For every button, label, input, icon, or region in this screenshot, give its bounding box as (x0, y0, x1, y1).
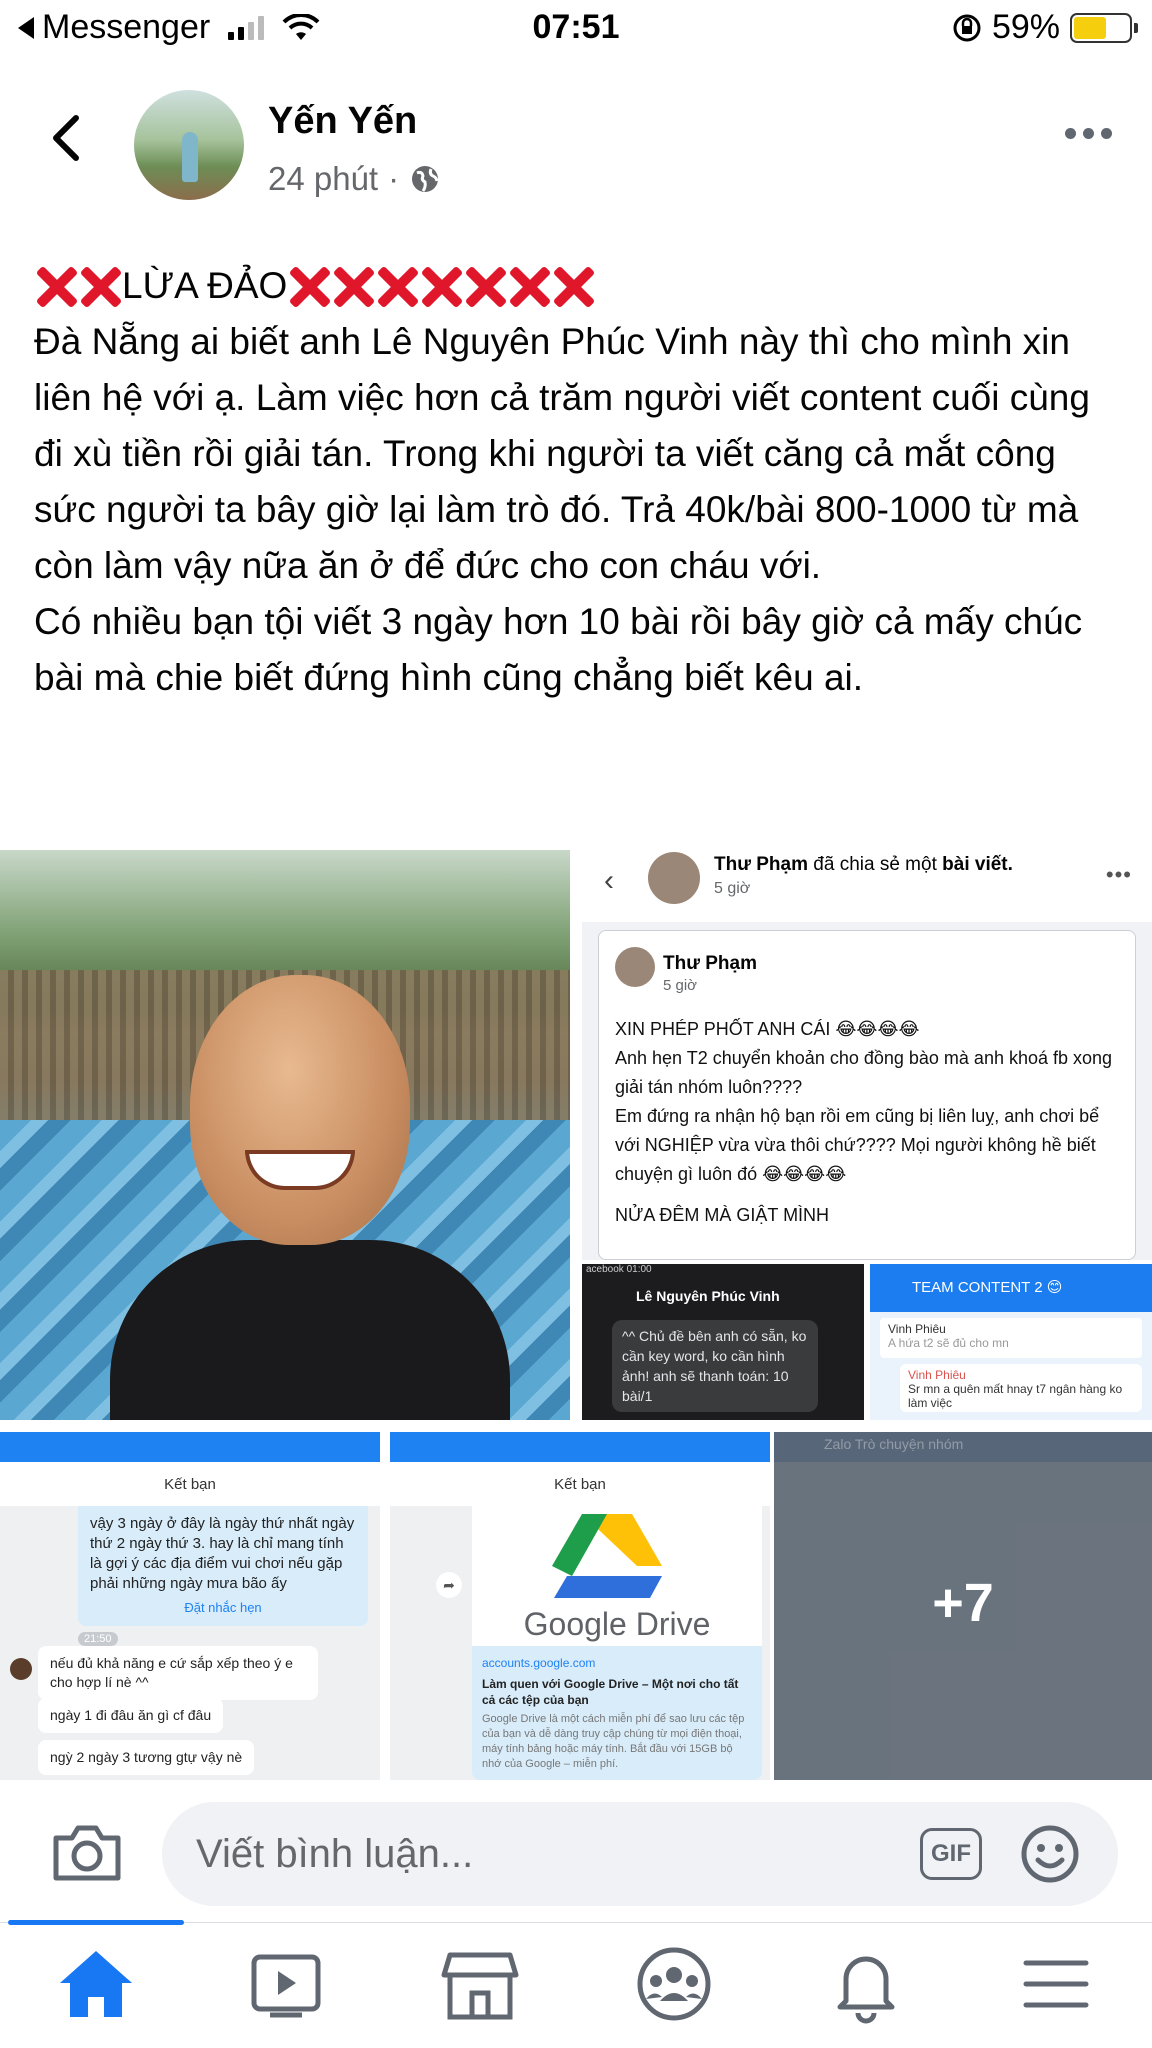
chevron-left-icon: ‹ (604, 864, 614, 897)
zalo-header (0, 1432, 380, 1462)
shared-card: Thư Phạm 5 giờ XIN PHÉP PHỐT ANH CÁI 😂😂😂… (598, 930, 1136, 1260)
preview-description: Google Drive là một cách miễn phí để sao… (482, 1713, 745, 1770)
set-reminder-link: Đặt nhắc hẹn (184, 1600, 262, 1615)
home-icon (60, 1951, 132, 2017)
author-name[interactable]: Yến Yến (268, 100, 417, 143)
photo-shirt (110, 1240, 510, 1420)
share-time: 5 giờ (714, 880, 751, 897)
photo-zalo-chat-1[interactable]: Kết bạn vậy 3 ngày ở đây là ngày thứ nhấ… (0, 1432, 380, 1780)
chat-message: ngỳ 2 ngày 3 tương gtự vậy nè (38, 1740, 255, 1775)
cross-mark-icon (375, 262, 419, 310)
more-dots-icon: ••• (1105, 862, 1132, 887)
notifications-icon (837, 1956, 895, 2024)
tab-marketplace[interactable] (434, 1941, 526, 2027)
chat-contact-name: Lê Nguyên Phúc Vinh (636, 1288, 780, 1304)
cross-mark-icon (34, 262, 78, 310)
emoji-icon[interactable] (1020, 1824, 1080, 1884)
tab-groups[interactable] (628, 1941, 720, 2027)
dot-icon (1101, 128, 1112, 139)
comment-bar: Viết bình luận... GIF (0, 1782, 1152, 1922)
menu-icon (1023, 1960, 1089, 2008)
mini-status-bar: acebook 01:00 (586, 1264, 652, 1275)
post-time[interactable]: 24 phút (268, 160, 378, 198)
link-preview: Google Drive accounts.google.com Làm que… (472, 1506, 762, 1780)
sender-avatar (10, 1658, 32, 1680)
post-header: Yến Yến 24 phút · (0, 80, 1152, 210)
cross-mark-icon (551, 262, 595, 310)
photo-face (190, 975, 410, 1245)
globe-icon (412, 166, 439, 192)
cross-mark-icon (507, 262, 551, 310)
chat-bubble: ^^ Chủ đề bên anh có sẵn, ko cần key wor… (612, 1320, 818, 1412)
photo-zalo-chat-2[interactable]: Kết bạn ➦ Google Drive accounts.google.c… (390, 1432, 770, 1780)
photo-selfie-pool[interactable] (0, 850, 570, 1420)
battery-percent: 59% (991, 8, 1060, 46)
dot-icon (1065, 128, 1076, 139)
battery-icon (1070, 12, 1138, 43)
photo-messenger-chat[interactable]: acebook 01:00 Lê Nguyên Phúc Vinh ^^ Chủ… (582, 1264, 864, 1420)
card-time: 5 giờ (663, 977, 698, 994)
team-message: Vinh Phiêu A hứa t2 sẽ đủ cho mn (880, 1318, 1142, 1358)
forward-icon: ➦ (436, 1572, 462, 1598)
card-author-avatar (615, 947, 655, 987)
more-photos-count: +7 (932, 1573, 994, 1633)
shared-post-header: ‹ Thư Phạm đã chia sẻ một bài viết. 5 gi… (582, 850, 1152, 922)
post-meta: 24 phút · (268, 160, 441, 198)
cross-mark-icon (419, 262, 463, 310)
author-avatar[interactable] (134, 90, 244, 200)
chat-message: nếu đủ khả năng e cứ sắp xếp theo ý e ch… (38, 1646, 318, 1700)
headline-text: LỪA ĐẢO (122, 265, 288, 306)
preview-title: Làm quen với Google Drive – Một nơi cho … (482, 1677, 739, 1707)
preview-url: accounts.google.com (482, 1656, 596, 1670)
cross-mark-icon (78, 262, 122, 310)
photo-grid: ‹ Thư Phạm đã chia sẻ một bài viết. 5 gi… (0, 850, 1152, 1780)
reminder-message: vậy 3 ngày ở đây là ngày thứ nhất ngày t… (78, 1506, 368, 1626)
drive-logo-text: Google Drive (523, 1606, 711, 1642)
bottom-tab-bar (0, 1920, 1152, 2048)
post-paragraph: Có nhiều bạn tội viết 3 ngày hơn 10 bài … (34, 601, 1083, 698)
zalo-header (390, 1432, 770, 1462)
post-paragraph: Đà Nẵng ai biết anh Lê Nguyên Phúc Vinh … (34, 321, 1090, 586)
share-line: Thư Phạm đã chia sẻ một bài viết. (714, 854, 1013, 875)
more-options-button[interactable] (1065, 128, 1112, 139)
chat-message: ngày 1 đi đâu ăn gì cf đâu (38, 1698, 224, 1733)
status-bar: Messenger 07:51 59% (0, 0, 1152, 58)
comment-input[interactable]: Viết bình luận... GIF (162, 1802, 1118, 1906)
add-friend-label: Kết bạn (0, 1462, 380, 1506)
battery-level (1074, 16, 1106, 39)
tab-home[interactable] (50, 1941, 142, 2027)
cross-mark-icon (463, 262, 507, 310)
drive-triangle-icon (552, 1514, 662, 1598)
tab-notifications[interactable] (820, 1941, 912, 2027)
gif-button[interactable]: GIF (920, 1828, 982, 1880)
google-drive-logo: Google Drive (472, 1506, 762, 1646)
marketplace-icon (441, 1952, 519, 2020)
cross-mark-icon (287, 262, 331, 310)
meta-separator: · (388, 160, 400, 197)
avatar-person-figure (182, 132, 198, 182)
card-author-name: Thư Phạm (663, 953, 757, 974)
team-message: Vinh Phiêu Sr mn a quên mất hnay t7 ngân… (900, 1364, 1142, 1412)
orientation-lock-icon (953, 14, 981, 41)
groups-icon (637, 1947, 711, 2021)
dot-icon (1083, 128, 1094, 139)
cross-mark-icon (331, 262, 375, 310)
sharer-avatar (648, 852, 700, 904)
photo-shared-post[interactable]: ‹ Thư Phạm đã chia sẻ một bài viết. 5 gi… (582, 850, 1152, 1260)
video-icon (251, 1954, 321, 2018)
photo-team-chat[interactable]: TEAM CONTENT 2 😊 Vinh Phiêu A hứa t2 sẽ … (870, 1264, 1152, 1420)
post-body: LỪA ĐẢO Đà Nẵng ai biết anh Lê Nguyên Ph… (34, 258, 1124, 706)
active-tab-indicator (8, 1920, 184, 1925)
team-chat-title: TEAM CONTENT 2 😊 (870, 1264, 1152, 1312)
camera-icon[interactable] (50, 1822, 124, 1884)
tab-menu[interactable] (1010, 1941, 1102, 2027)
card-body: XIN PHÉP PHỐT ANH CÁI 😂😂😂😂 Anh hẹn T2 ch… (615, 1019, 1113, 1225)
post-headline: LỪA ĐẢO (34, 258, 1124, 314)
add-friend-label: Kết bạn (390, 1462, 770, 1506)
photo-more-overlay[interactable]: Zalo Trò chuyện nhóm +7 (774, 1432, 1152, 1780)
comment-placeholder: Viết bình luận... (196, 1832, 474, 1876)
time-stamp: 21:50 (78, 1632, 118, 1646)
back-button[interactable] (38, 108, 98, 168)
tab-video[interactable] (240, 1941, 332, 2027)
